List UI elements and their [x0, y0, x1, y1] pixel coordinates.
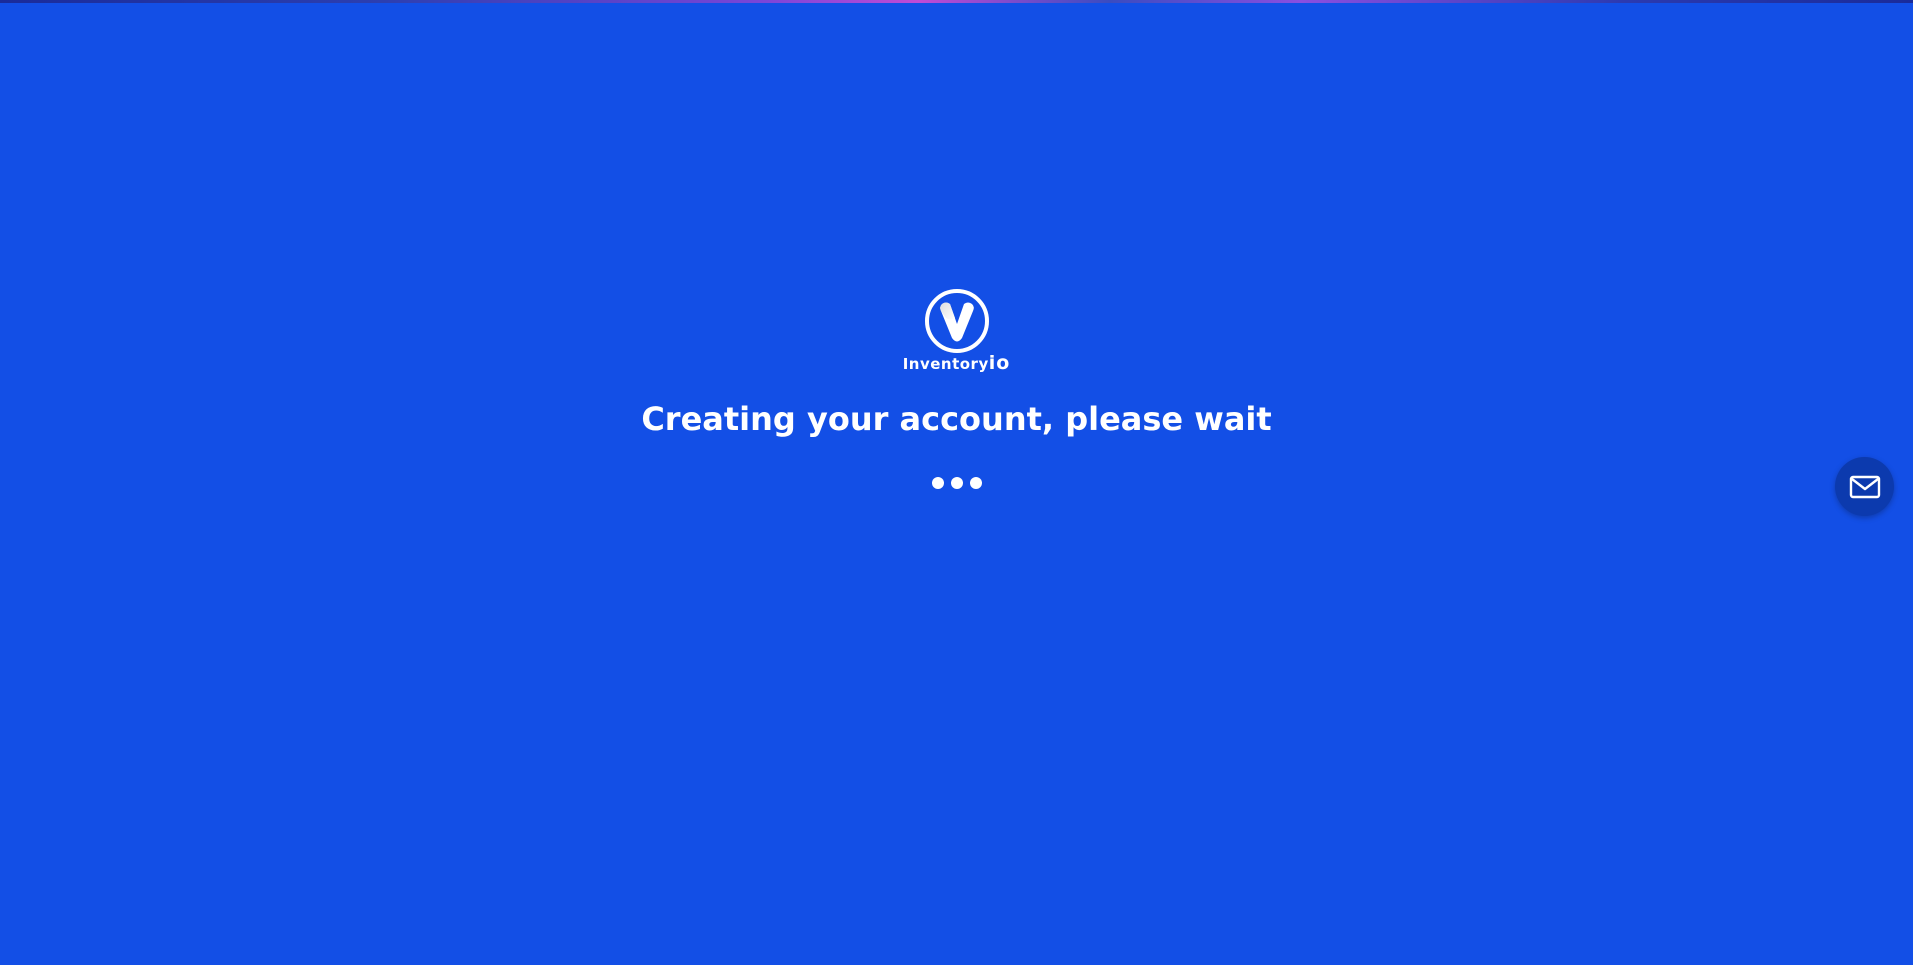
brand-logo: Inventoryio: [903, 288, 1011, 373]
v-logo-icon: [924, 289, 989, 353]
loading-indicator: [931, 477, 982, 489]
loader-dot: [931, 477, 944, 489]
brand-name-suffix: io: [988, 352, 1011, 374]
mail-icon: [1849, 475, 1880, 498]
brand-wordmark: Inventoryio: [902, 352, 1011, 374]
top-gradient-strip: [0, 0, 1913, 3]
loading-content: Inventoryio Creating your account, pleas…: [0, 288, 1913, 489]
loading-page: Inventoryio Creating your account, pleas…: [0, 0, 1913, 965]
status-headline: Creating your account, please wait: [641, 400, 1272, 438]
loader-dot: [969, 477, 982, 489]
loader-dot: [950, 477, 963, 489]
brand-name-main: Inventory: [902, 355, 989, 373]
contact-button[interactable]: [1835, 457, 1894, 516]
